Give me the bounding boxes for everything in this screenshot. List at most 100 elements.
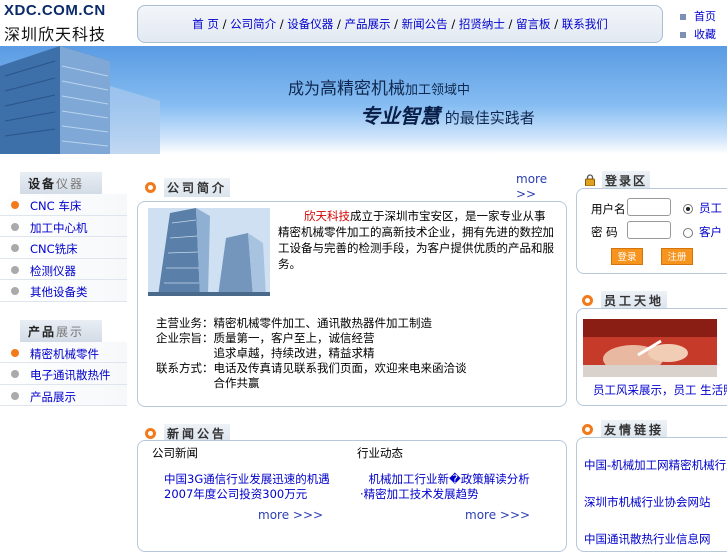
intro-text: 欣天科技成立于深圳市宝安区，是一家专业从事精密机械零件加工的高新技术企业，拥有先…: [278, 209, 554, 271]
top-link-home[interactable]: 首页: [680, 8, 716, 24]
bullet-icon: [11, 370, 19, 378]
equipment-section-title: 设备仪器: [20, 172, 102, 194]
nav-item[interactable]: 产品展示: [344, 17, 390, 31]
banner-slogan-line1: 成为高精密机械加工领域中: [288, 79, 471, 99]
staff-section-title: 员工天地: [582, 291, 668, 310]
sidebar-item-label[interactable]: CNC铣床: [30, 242, 78, 256]
register-button[interactable]: 注册: [661, 248, 693, 265]
sidebar-item-label[interactable]: 检测仪器: [30, 264, 76, 278]
nav-separator: /: [504, 17, 517, 31]
orange-ring-icon: [145, 428, 156, 439]
skyscraper-image: [0, 46, 160, 154]
office-building-photo: [148, 208, 270, 296]
products-list: 精密机械零件 电子通讯散热件 产品展示: [0, 341, 127, 406]
logo-domain[interactable]: XDC.COM.CN: [4, 2, 106, 19]
intro-line: 追求卓越，持续改进，精益求精: [156, 346, 375, 360]
intro-line: 主营业务：精密机械零件加工、通讯散热器件加工制造: [156, 316, 432, 330]
news-col1-more-link[interactable]: more >>>: [258, 508, 323, 522]
radio-button[interactable]: [683, 227, 693, 238]
logo-company-name[interactable]: 深圳欣天科技: [4, 21, 106, 45]
banner-slogan-line2: 专业智慧 的最佳实践者: [360, 104, 535, 128]
news-item[interactable]: 2007年度公司投资300万元: [164, 486, 307, 502]
nav-item[interactable]: 留言板: [516, 17, 551, 31]
products-section-title: 产品展示: [20, 319, 102, 342]
banner: 成为高精密机械加工领域中 专业智慧 的最佳实践者: [0, 46, 727, 154]
orange-ring-icon: [582, 424, 593, 435]
sidebar-item[interactable]: 检测仪器: [0, 258, 127, 280]
nav-item[interactable]: 招贤纳士: [459, 17, 505, 31]
sidebar-item[interactable]: 加工中心机: [0, 215, 127, 237]
news-panel: 公司新闻 中国3G通信行业发展迅速的机遇 2007年度公司投资300万元 mor…: [137, 440, 567, 552]
top-link-favorite[interactable]: 收藏: [680, 26, 716, 42]
radio-staff[interactable]: 员工: [683, 200, 722, 216]
intro-section-title: 公司简介: [145, 178, 231, 197]
staff-panel: 员工风采展示，员工 生活照片: [576, 308, 727, 406]
news-col2-more-link[interactable]: more >>>: [465, 508, 530, 522]
nav-separator: /: [333, 17, 345, 31]
sidebar-item[interactable]: 其他设备类: [0, 280, 127, 302]
square-bullet-icon: [680, 32, 686, 38]
friend-link[interactable]: 深圳市机械行业协会网站: [584, 494, 711, 510]
intro-more-link[interactable]: more >>: [516, 172, 556, 202]
main-nav: 首 页 / 公司简介 / 设备仪器 / 产品展示 / 新闻公告 / 招贤纳士 /…: [138, 16, 662, 32]
nav-separator: /: [447, 17, 459, 31]
nav-item[interactable]: 新闻公告: [402, 17, 448, 31]
bullet-icon: [11, 287, 19, 295]
sidebar-item[interactable]: CNC 车床: [0, 194, 127, 216]
password-label: 密 码: [591, 225, 618, 239]
orange-ring-icon: [145, 182, 156, 193]
bullet-icon: [11, 391, 19, 400]
nav-item[interactable]: 联系我们: [562, 17, 608, 31]
nav-item[interactable]: 公司简介: [230, 17, 276, 31]
sidebar-item[interactable]: 精密机械零件: [0, 341, 127, 363]
news-col2-title: 行业动态: [357, 446, 403, 460]
news-section-title: 新闻公告: [145, 424, 231, 443]
sidebar-item-label[interactable]: 精密机械零件: [30, 347, 99, 361]
staff-photo: [583, 319, 717, 377]
login-button[interactable]: 登录: [611, 248, 643, 265]
sidebar-item-label[interactable]: 电子通讯散热件: [30, 368, 111, 382]
bullet-icon: [11, 222, 19, 231]
nav-separator: /: [218, 17, 231, 31]
sidebar-item-label[interactable]: 加工中心机: [30, 221, 88, 235]
news-item[interactable]: ·精密加工技术发展趋势: [360, 486, 479, 502]
bullet-icon: [11, 348, 19, 357]
news-item[interactable]: 机械加工行业新�政策解读分析: [357, 471, 529, 487]
nav-separator: /: [276, 17, 288, 31]
intro-line: 企业宗旨：质量第一，客户至上，诚信经营: [156, 331, 375, 345]
sidebar-item-label[interactable]: CNC 车床: [30, 199, 81, 213]
nav-separator: /: [550, 17, 562, 31]
intro-panel: 欣天科技成立于深圳市宝安区，是一家专业从事精密机械零件加工的高新技术企业，拥有先…: [137, 201, 567, 407]
news-item[interactable]: 中国3G通信行业发展迅速的机遇: [164, 471, 330, 487]
sidebar-item-label[interactable]: 产品展示: [30, 390, 76, 404]
radio-button[interactable]: [683, 203, 693, 214]
nav-item[interactable]: 首 页: [192, 17, 219, 31]
sidebar-item-label[interactable]: 其他设备类: [30, 285, 88, 299]
equipment-list: CNC 车床 加工中心机 CNC铣床检测仪器其他设备类: [0, 194, 127, 302]
sidebar-item[interactable]: 电子通讯散热件: [0, 363, 127, 385]
news-col1-title: 公司新闻: [152, 446, 198, 460]
nav-item[interactable]: 设备仪器: [287, 17, 333, 31]
password-input[interactable]: [627, 221, 671, 239]
staff-caption-link[interactable]: 员工风采展示，员工 生活照片: [593, 382, 727, 398]
sidebar-item[interactable]: 产品展示: [0, 384, 127, 406]
orange-ring-icon: [582, 295, 593, 306]
main-nav-bar: 首 页 / 公司简介 / 设备仪器 / 产品展示 / 新闻公告 / 招贤纳士 /…: [137, 5, 663, 43]
username-label: 用户名: [591, 202, 626, 216]
header: XDC.COM.CN 深圳欣天科技 首 页 / 公司简介 / 设备仪器 / 产品…: [0, 0, 727, 46]
username-input[interactable]: [627, 198, 671, 216]
login-section-title: 登录区: [584, 171, 651, 190]
sidebar-item[interactable]: CNC铣床: [0, 237, 127, 259]
bullet-icon: [11, 201, 19, 209]
intro-line: 联系方式：电话及传真请见联系我们页面，欢迎来电来函洽谈: [156, 361, 467, 375]
square-bullet-icon: [680, 14, 686, 20]
bullet-icon: [11, 265, 19, 274]
company-name-highlight[interactable]: 欣天科技: [304, 209, 350, 223]
login-panel: 用户名 员工 密 码 客户 登录 注册: [576, 188, 727, 274]
intro-line: 合作共赢: [156, 376, 260, 390]
links-section-title: 友情链接: [582, 420, 668, 439]
bullet-icon: [11, 244, 19, 252]
radio-customer[interactable]: 客户: [683, 224, 722, 240]
friend-link[interactable]: 中国-机械加工网精密机械行业门户: [584, 457, 727, 473]
nav-separator: /: [390, 17, 402, 31]
